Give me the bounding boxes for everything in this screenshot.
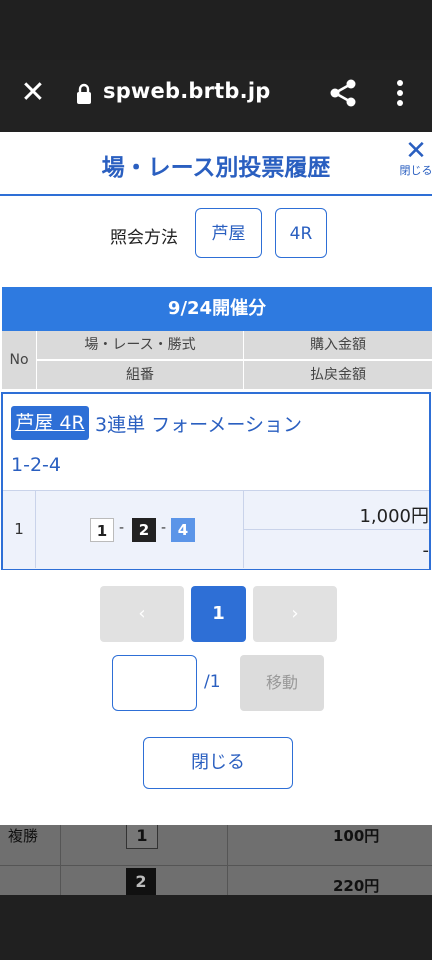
- combination-cell: 1 - 2 - 4: [35, 490, 244, 568]
- background-number-1: 1: [126, 825, 158, 849]
- close-button[interactable]: 閉じる: [143, 737, 293, 789]
- header-divider: [37, 359, 432, 361]
- page-total: /1: [204, 672, 221, 692]
- place-select-button[interactable]: 芦屋: [195, 208, 262, 258]
- boat-number-1: 1: [90, 518, 114, 542]
- row-number: 1: [3, 490, 36, 568]
- header-purchase: 購入金額: [310, 337, 366, 353]
- modal-close-label: 閉じる: [399, 164, 432, 177]
- background-amount-1: 100円: [333, 827, 380, 845]
- modal-header: 場・レース別投票履歴 ✕ 閉じる: [0, 132, 432, 196]
- modal-title: 場・レース別投票履歴: [101, 155, 331, 181]
- background-number-2: 2: [126, 868, 156, 895]
- url-text[interactable]: spweb.brtb.jp: [103, 79, 270, 103]
- header-combination: 組番: [126, 367, 154, 383]
- close-icon: ✕: [405, 136, 427, 166]
- background-page: 複勝 1 2 100円 220円: [0, 825, 432, 895]
- share-icon[interactable]: [328, 78, 358, 108]
- query-label: 照会方法: [110, 228, 178, 248]
- background-label: 複勝: [8, 827, 39, 845]
- header-race-type: 場・レース・勝式: [84, 337, 196, 353]
- date-header: 9/24開催分: [2, 287, 432, 331]
- purchase-amount: 1,000円: [359, 506, 429, 527]
- close-icon[interactable]: ✕: [18, 78, 48, 108]
- boat-number-4: 4: [171, 518, 195, 542]
- place-race-link[interactable]: 芦屋 4R: [11, 406, 89, 440]
- amount-divider: [244, 529, 429, 530]
- status-bar: [0, 0, 432, 60]
- header-refund: 払戻金額: [310, 367, 366, 383]
- refund-amount: -: [422, 540, 430, 561]
- background-amount-2: 220円: [333, 877, 380, 895]
- system-nav-bar: [0, 895, 432, 960]
- boat-number-2: 2: [132, 518, 156, 542]
- browser-toolbar: ✕ spweb.brtb.jp: [0, 60, 432, 132]
- prev-page-button[interactable]: ‹: [100, 586, 184, 642]
- race-select-button[interactable]: 4R: [275, 208, 327, 258]
- query-row: 照会方法 芦屋 4R: [0, 208, 432, 260]
- history-entry: 芦屋 4R 3連単 フォーメーション 1-2-4 1 1 - 2 - 4 1,0…: [1, 392, 431, 570]
- current-page-button[interactable]: 1: [191, 586, 246, 642]
- page-number-input[interactable]: [112, 655, 197, 711]
- move-button[interactable]: 移動: [240, 655, 324, 711]
- table-header: No 場・レース・勝式 購入金額 組番 払戻金額: [2, 331, 432, 389]
- modal-close-button[interactable]: ✕ 閉じる: [398, 138, 432, 178]
- header-no: No: [2, 331, 37, 389]
- combination-text: 1-2-4: [11, 454, 61, 476]
- vote-history-modal: 場・レース別投票履歴 ✕ 閉じる 照会方法 芦屋 4R 9/24開催分 No 場…: [0, 132, 432, 825]
- bet-type: 3連単 フォーメーション: [95, 414, 302, 436]
- more-vert-icon[interactable]: [388, 78, 412, 108]
- header-vdivider: [243, 331, 244, 389]
- lock-icon: [77, 83, 91, 104]
- next-page-button[interactable]: ›: [253, 586, 337, 642]
